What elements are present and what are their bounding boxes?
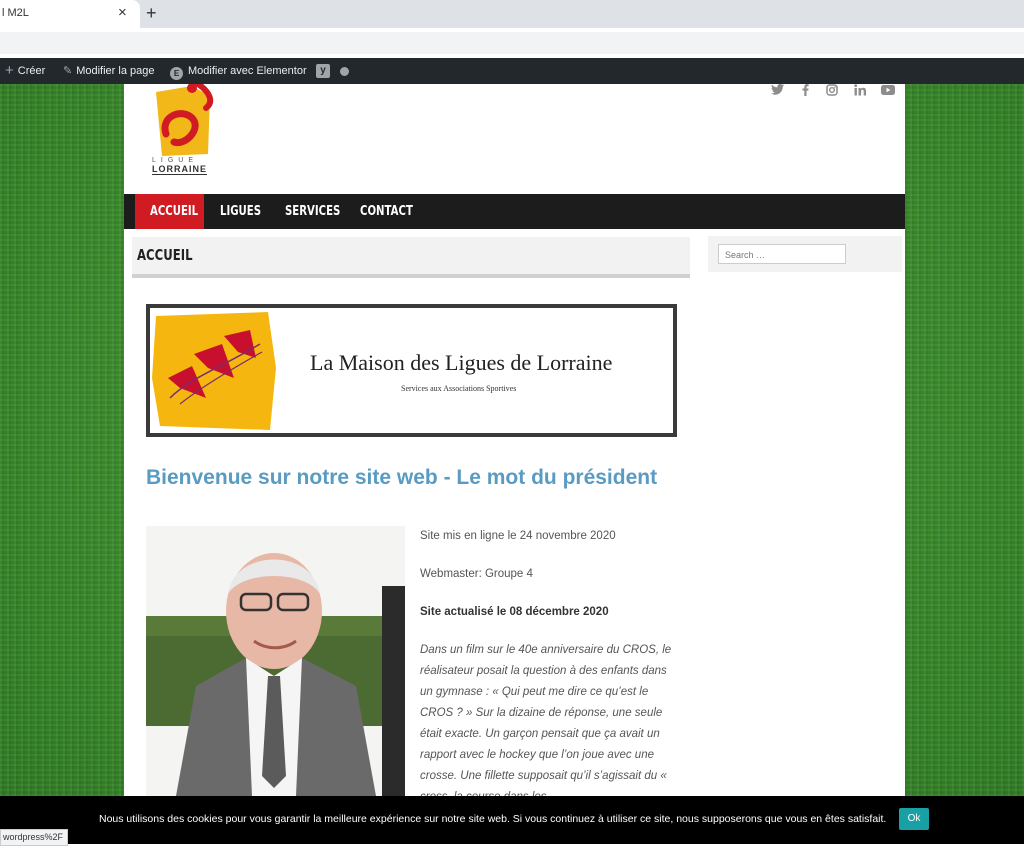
seo-status-icon (340, 67, 349, 76)
cookie-message: Nous utilisons des cookies pour vous gar… (99, 813, 887, 825)
browser-tab[interactable]: l M2L × (0, 0, 140, 28)
nav-item-accueil[interactable]: ACCUEIL (150, 194, 198, 229)
edit-elementor-label: Modifier avec Elementor (188, 65, 307, 77)
twitter-icon[interactable] (771, 84, 784, 98)
edit-page-label: Modifier la page (76, 65, 155, 77)
welcome-heading: Bienvenue sur notre site web - Le mot du… (146, 466, 658, 489)
browser-tabstrip: l M2L × + (0, 0, 1024, 28)
banner-logo-icon (152, 312, 276, 430)
president-text: Site mis en ligne le 24 novembre 2020 We… (420, 526, 682, 825)
edit-page-link[interactable]: ✎ Modifier la page (63, 58, 155, 84)
cookie-accept-button[interactable]: Ok (899, 808, 929, 830)
plus-icon: + (5, 62, 14, 79)
create-label: Créer (17, 65, 46, 77)
president-photo (146, 526, 405, 796)
page-title: ACCUEIL (137, 246, 193, 264)
edit-elementor-link[interactable]: E Modifier avec Elementor (170, 58, 307, 84)
page-container: LIGUE LORRAINE ACCUEIL LIGUES SERVICES C… (124, 84, 905, 844)
m2l-banner: La Maison des Ligues de Lorraine Service… (146, 304, 677, 437)
yoast-icon[interactable]: y (316, 64, 330, 78)
tab-title: l M2L (2, 7, 29, 19)
facebook-icon[interactable] (802, 84, 809, 99)
browser-toolbar (0, 28, 1024, 59)
youtube-icon[interactable] (881, 84, 895, 98)
address-bar[interactable] (0, 32, 1024, 54)
main-nav: ACCUEIL LIGUES SERVICES CONTACT (124, 194, 905, 229)
page-title-box: ACCUEIL (132, 237, 690, 278)
president-message: Dans un film sur le 40e anniversaire du … (420, 644, 672, 803)
wp-admin-bar: + Créer ✎ Modifier la page E Modifier avec … (0, 58, 1024, 84)
banner-subtitle: Services aux Associations Sportives (401, 384, 517, 393)
status-url: wordpress%2F (0, 829, 69, 846)
site-updated-date: Site actualisé le 08 décembre 2020 (420, 606, 609, 618)
pencil-icon: ✎ (63, 65, 73, 77)
linkedin-icon[interactable] (854, 84, 866, 99)
logo-caption-ligue: LIGUE (152, 157, 199, 164)
new-tab-button[interactable]: + (146, 3, 157, 23)
logo-caption-lorraine: LORRAINE (152, 164, 207, 175)
create-menu[interactable]: + Créer (5, 58, 45, 84)
instagram-icon[interactable] (826, 84, 838, 99)
banner-title: La Maison des Ligues de Lorraine (310, 350, 613, 375)
elementor-icon: E (170, 67, 183, 80)
site-online-date: Site mis en ligne le 24 novembre 2020 (420, 530, 616, 542)
nav-item-services[interactable]: SERVICES (285, 194, 340, 229)
cookie-banner: Nous utilisons des cookies pour vous gar… (0, 796, 1024, 844)
tab-close-icon[interactable]: × (118, 4, 127, 22)
nav-item-ligues[interactable]: LIGUES (220, 194, 261, 229)
webmaster-info: Webmaster: Groupe 4 (420, 568, 533, 580)
nav-item-contact[interactable]: CONTACT (360, 194, 413, 229)
search-input[interactable]: Search … (718, 244, 846, 264)
